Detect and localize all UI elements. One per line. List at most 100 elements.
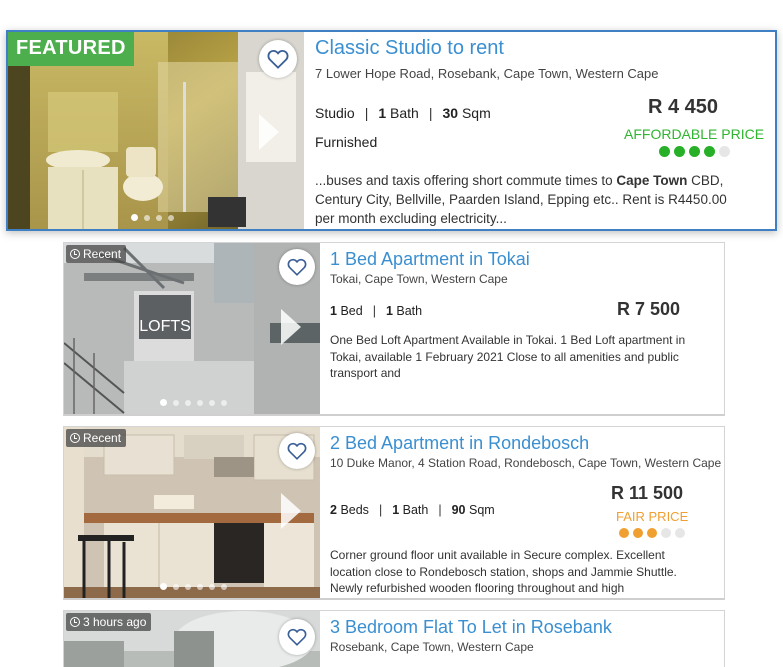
recent-badge-label: Recent bbox=[83, 431, 122, 445]
size-value: 90 bbox=[451, 503, 466, 517]
bath-label: Bath bbox=[390, 105, 419, 121]
listing-price: R 7 500 bbox=[617, 299, 681, 319]
rating-dot-empty bbox=[675, 528, 686, 538]
listing-address: Rosebank, Cape Town, Western Cape bbox=[330, 640, 534, 654]
favorite-button[interactable] bbox=[279, 249, 315, 285]
rating-dot-empty bbox=[718, 146, 730, 157]
bath-count: 1 bbox=[378, 105, 387, 121]
price-rating-dots bbox=[624, 146, 764, 157]
listing-description: Corner ground floor unit available in Se… bbox=[330, 548, 677, 595]
listing-details: 2 Bed Apartment in Rondebosch 10 Duke Ma… bbox=[330, 427, 724, 598]
listing-photo[interactable]: Recent bbox=[64, 427, 320, 598]
bath-count: 1 bbox=[385, 304, 393, 318]
size-label: Sqm bbox=[461, 105, 491, 121]
listing-description: One Bed Loft Apartment Available in Toka… bbox=[330, 333, 686, 380]
size-value: 30 bbox=[442, 105, 459, 121]
lofts-sign: LOFTS bbox=[139, 318, 191, 335]
listing-photo[interactable]: LOFTS Recent bbox=[64, 243, 320, 414]
rating-dot-empty bbox=[661, 528, 672, 538]
photo-dot[interactable] bbox=[185, 583, 191, 590]
recent-badge: Recent bbox=[66, 429, 127, 447]
bath-count: 1 bbox=[392, 503, 400, 517]
listing-address: Tokai, Cape Town, Western Cape bbox=[330, 272, 508, 286]
price-rating-label: FAIR PRICE bbox=[616, 509, 689, 524]
photo-pagination[interactable] bbox=[160, 399, 227, 406]
listing-specs: Studio | 1 Bath | 30 Sqm bbox=[315, 105, 491, 121]
listing-details: 1 Bed Apartment in Tokai Tokai, Cape Tow… bbox=[330, 243, 724, 414]
photo-dot[interactable] bbox=[156, 214, 162, 221]
clock-icon bbox=[70, 433, 80, 443]
rating-dot-filled bbox=[647, 528, 658, 538]
photo-dot[interactable] bbox=[209, 399, 215, 406]
listing-title[interactable]: 3 Bedroom Flat To Let in Rosebank bbox=[330, 615, 612, 639]
price-rating-dots bbox=[616, 528, 688, 538]
favorite-button[interactable] bbox=[279, 433, 315, 469]
price-rating-label: AFFORDABLE PRICE bbox=[624, 126, 765, 142]
rating-dot-filled bbox=[673, 146, 685, 157]
recent-badge-label: Recent bbox=[83, 247, 122, 261]
clock-icon bbox=[70, 249, 80, 259]
size-label: Sqm bbox=[468, 503, 495, 517]
listing-address: 7 Lower Hope Road, Rosebank, Cape Town, … bbox=[315, 66, 659, 81]
photo-pagination[interactable] bbox=[160, 583, 227, 590]
bed-count: 2 bbox=[330, 503, 337, 517]
listing-address: 10 Duke Manor, 4 Station Road, Rondebosc… bbox=[330, 456, 722, 470]
listing-details: Classic Studio to rent 7 Lower Hope Road… bbox=[315, 32, 775, 229]
listing-title[interactable]: Classic Studio to rent bbox=[315, 36, 504, 60]
bath-label: Bath bbox=[402, 503, 429, 517]
description-highlight: Cape Town bbox=[616, 173, 688, 188]
listing-card[interactable]: Recent 2 Bed Apartment in Rondebosch 10 … bbox=[63, 426, 725, 600]
heart-icon bbox=[267, 49, 289, 69]
listing-title[interactable]: 1 Bed Apartment in Tokai bbox=[330, 247, 530, 271]
heart-icon bbox=[287, 442, 307, 460]
heart-icon bbox=[287, 258, 307, 276]
photo-dot[interactable] bbox=[160, 583, 167, 590]
listing-photo[interactable]: 3 hours ago bbox=[64, 611, 320, 667]
photo-dot[interactable] bbox=[173, 583, 179, 590]
furnished-label: Furnished bbox=[315, 134, 378, 150]
photo-dot[interactable] bbox=[168, 214, 174, 221]
bed-count: 1 bbox=[330, 304, 337, 318]
listing-card[interactable]: 3 hours ago 3 Bedroom Flat To Let in Ros… bbox=[63, 610, 725, 667]
rating-dot-filled bbox=[619, 528, 630, 538]
featured-badge: FEATURED bbox=[8, 32, 134, 66]
photo-dot[interactable] bbox=[197, 399, 203, 406]
photo-dot[interactable] bbox=[185, 399, 191, 406]
bed-label: Bed bbox=[340, 304, 363, 318]
photo-dot[interactable] bbox=[221, 583, 227, 590]
listing-description: ...buses and taxis offering short commut… bbox=[315, 171, 749, 228]
listing-photo[interactable]: FEATURED bbox=[8, 32, 304, 229]
rating-dot-filled bbox=[658, 146, 670, 157]
listing-details: 3 Bedroom Flat To Let in Rosebank Roseba… bbox=[330, 611, 724, 667]
photo-dot[interactable] bbox=[131, 214, 138, 221]
photo-dot[interactable] bbox=[160, 399, 167, 406]
photo-dot[interactable] bbox=[209, 583, 215, 590]
favorite-button[interactable] bbox=[279, 619, 315, 655]
price-rating: FAIR PRICE bbox=[616, 509, 688, 538]
listing-card[interactable]: LOFTS Recent 1 Bed Apartment in Tokai To… bbox=[63, 242, 725, 416]
listing-price: R 4 450 bbox=[648, 96, 719, 118]
rating-dot-filled bbox=[688, 146, 700, 157]
bath-label: Bath bbox=[396, 304, 423, 318]
next-photo-arrow[interactable] bbox=[281, 309, 301, 345]
listing-title[interactable]: 2 Bed Apartment in Rondebosch bbox=[330, 431, 589, 455]
property-type: Studio bbox=[315, 105, 355, 121]
favorite-button[interactable] bbox=[259, 40, 297, 78]
listing-price: R 11 500 bbox=[611, 483, 684, 503]
photo-dot[interactable] bbox=[221, 399, 227, 406]
photo-dot[interactable] bbox=[144, 214, 150, 221]
photo-dot[interactable] bbox=[173, 399, 179, 406]
heart-icon bbox=[287, 628, 307, 646]
photo-pagination[interactable] bbox=[131, 214, 174, 221]
listing-specs: 1 Bed | 1 Bath bbox=[330, 304, 423, 318]
time-badge: 3 hours ago bbox=[66, 613, 152, 631]
rating-dot-filled bbox=[633, 528, 644, 538]
next-photo-arrow[interactable] bbox=[281, 493, 301, 529]
next-photo-arrow[interactable] bbox=[259, 114, 279, 150]
rating-dot-filled bbox=[703, 146, 715, 157]
photo-dot[interactable] bbox=[197, 583, 203, 590]
listing-card-featured[interactable]: FEATURED Classic Studio to rent 7 Lower … bbox=[6, 30, 777, 231]
recent-badge: Recent bbox=[66, 245, 127, 263]
listing-specs: 2 Beds | 1 Bath | 90 Sqm bbox=[330, 503, 495, 517]
time-badge-label: 3 hours ago bbox=[83, 615, 147, 629]
